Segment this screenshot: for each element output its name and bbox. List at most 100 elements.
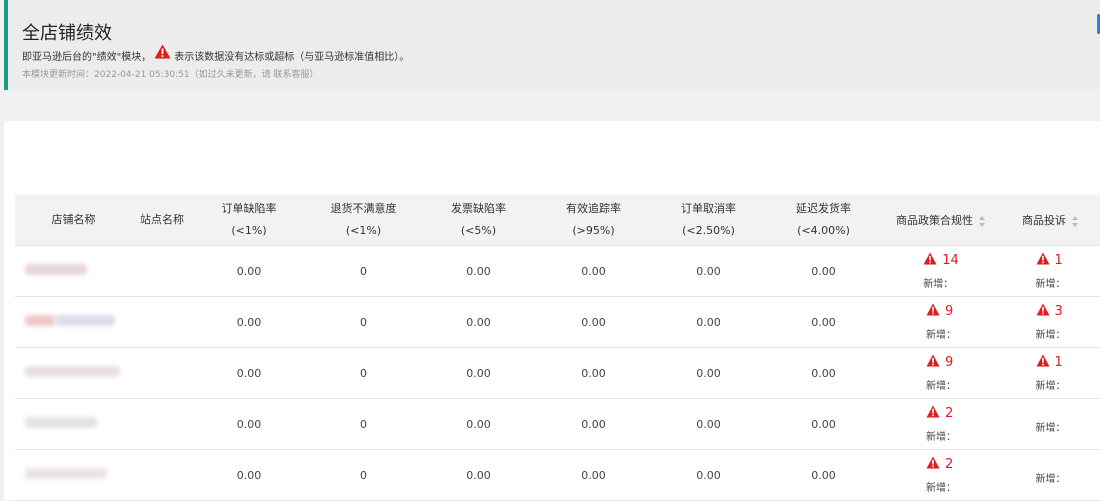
redacted-store-name (25, 366, 120, 377)
metric-cell-cancel: 0.00 (651, 347, 766, 399)
warning-triangle-icon (1036, 252, 1050, 270)
complaint-cell[interactable]: 1 新增： (1001, 347, 1100, 399)
metric-cell-return: 0 (306, 398, 421, 450)
description-before: 即亚马逊后台的"绩效"模块， (22, 51, 152, 63)
redacted-store-name (25, 417, 97, 428)
metric-cell-late: 0.00 (766, 245, 881, 297)
policy-alert[interactable]: 9 (926, 354, 953, 372)
store-name-cell[interactable] (15, 449, 132, 501)
col-late-shipment-rate: 延迟发货率 (<4.00%) (766, 195, 881, 246)
store-name-cell[interactable] (15, 398, 132, 450)
complaint-alert[interactable]: 3 (1036, 303, 1063, 321)
redacted-store-name (25, 468, 107, 479)
sort-icon[interactable] (979, 215, 986, 227)
warning-triangle-icon (926, 405, 940, 423)
metric-cell-odr: 0.00 (192, 347, 306, 399)
metric-cell-return: 0 (306, 245, 421, 297)
new-label: 新增： (926, 432, 956, 443)
metric-cell-tracking: 0.00 (536, 245, 651, 297)
policy-count: 14 (942, 253, 959, 268)
redacted-store-name (25, 315, 55, 326)
policy-count: 9 (945, 355, 954, 370)
policy-cell[interactable]: 14 新增： (881, 245, 1001, 297)
update-time: 2022-04-21 05:30:51 (94, 70, 190, 80)
metric-cell-odr: 0.00 (192, 449, 306, 501)
sort-icon[interactable] (1072, 215, 1079, 227)
update-info: 本模块更新时间：2022-04-21 05:30:51（如过久未更新，请 联系客… (22, 67, 318, 80)
metric-cell-late: 0.00 (766, 449, 881, 501)
policy-cell[interactable]: 9 新增： (881, 296, 1001, 348)
description-after: 表示该数据没有达标或超标（与亚马逊标准值相比）。 (174, 51, 410, 63)
policy-count: 2 (945, 457, 954, 472)
policy-alert[interactable]: 9 (926, 303, 953, 321)
metric-cell-cancel: 0.00 (651, 398, 766, 450)
warning-triangle-icon (926, 456, 940, 474)
complaint-cell[interactable]: 新增： (1001, 449, 1100, 501)
new-label: 新增： (926, 381, 956, 392)
metric-cell-odr: 0.00 (192, 296, 306, 348)
table-body: 0.00 0 0.00 0.00 0.00 0.00 14 新增： 1 新增： 0.00 0 0.00 0… (15, 245, 1100, 501)
redacted-store-name (55, 315, 115, 326)
redacted-store-name (25, 264, 87, 275)
complaint-cell[interactable]: 新增： (1001, 398, 1100, 450)
col-order-defect-rate: 订单缺陷率 (<1%) (192, 195, 306, 246)
metric-cell-odr: 0.00 (192, 245, 306, 297)
complaint-count: 1 (1054, 355, 1063, 370)
table-row: 0.00 0 0.00 0.00 0.00 0.00 9 新增： 3 新增： (15, 296, 1100, 348)
complaint-alert[interactable]: 1 (1036, 252, 1063, 270)
metric-cell-return: 0 (306, 347, 421, 399)
page-title: 全店铺绩效 (22, 23, 112, 44)
metric-cell-cancel: 0.00 (651, 449, 766, 501)
site-name-cell (132, 347, 192, 399)
new-label: 新增： (1035, 330, 1066, 341)
page-header: 全店铺绩效 即亚马逊后台的"绩效"模块， 表示该数据没有达标或超标（与亚马逊标准… (4, 0, 1100, 90)
policy-cell[interactable]: 2 新增： (881, 449, 1001, 501)
metric-cell-return: 0 (306, 449, 421, 501)
complaint-cell[interactable]: 3 新增： (1001, 296, 1100, 348)
metric-cell-tracking: 0.00 (536, 296, 651, 348)
new-label: 新增： (1035, 423, 1066, 434)
update-label: 本模块更新时间： (22, 70, 95, 80)
update-note: （如过久未更新，请 联系客服） (189, 70, 319, 80)
site-name-cell (132, 245, 192, 297)
warning-triangle-icon (926, 354, 940, 372)
new-label: 新增： (1035, 279, 1066, 290)
warning-triangle-icon (1036, 354, 1050, 372)
col-store-name: 店铺名称 (15, 195, 132, 246)
col-return-dissatisfaction: 退货不满意度 (<1%) (306, 195, 421, 246)
store-name-cell[interactable] (15, 245, 132, 297)
page-description: 即亚马逊后台的"绩效"模块， 表示该数据没有达标或超标（与亚马逊标准值相比）。 (22, 44, 410, 64)
metric-cell-late: 0.00 (766, 398, 881, 450)
col-cancel-rate: 订单取消率 (<2.50%) (651, 195, 766, 246)
metric-cell-tracking: 0.00 (536, 347, 651, 399)
table-row: 0.00 0 0.00 0.00 0.00 0.00 2 新增： 新增： (15, 449, 1100, 501)
complaint-cell[interactable]: 1 新增： (1001, 245, 1100, 297)
warning-triangle-icon (926, 303, 940, 321)
policy-cell[interactable]: 2 新增： (881, 398, 1001, 450)
new-label: 新增： (1035, 381, 1066, 392)
policy-cell[interactable]: 9 新增： (881, 347, 1001, 399)
metric-cell-tracking: 0.00 (536, 398, 651, 450)
col-valid-tracking-rate: 有效追踪率 (>95%) (536, 195, 651, 246)
metric-cell-cancel: 0.00 (651, 245, 766, 297)
col-invoice-defect-rate: 发票缺陷率 (<5%) (421, 195, 536, 246)
metric-cell-late: 0.00 (766, 296, 881, 348)
col-product-complaints[interactable]: 商品投诉 (1001, 195, 1100, 246)
new-label: 新增： (923, 279, 954, 290)
metric-cell-late: 0.00 (766, 347, 881, 399)
policy-alert[interactable]: 14 (923, 252, 959, 270)
new-label: 新增： (1035, 474, 1066, 485)
policy-alert[interactable]: 2 (926, 405, 953, 423)
store-name-cell[interactable] (15, 296, 132, 348)
site-name-cell (132, 296, 192, 348)
complaint-alert[interactable]: 1 (1036, 354, 1063, 372)
new-label: 新增： (926, 483, 956, 494)
policy-alert[interactable]: 2 (926, 456, 953, 474)
col-policy-compliance[interactable]: 商品政策合规性 (881, 195, 1001, 246)
table-row: 0.00 0 0.00 0.00 0.00 0.00 2 新增： 新增： (15, 398, 1100, 450)
metric-cell-invoice: 0.00 (421, 245, 536, 297)
metric-cell-tracking: 0.00 (536, 449, 651, 501)
metric-cell-odr: 0.00 (192, 398, 306, 450)
store-name-cell[interactable] (15, 347, 132, 399)
table-row: 0.00 0 0.00 0.00 0.00 0.00 9 新增： 1 新增： (15, 347, 1100, 399)
